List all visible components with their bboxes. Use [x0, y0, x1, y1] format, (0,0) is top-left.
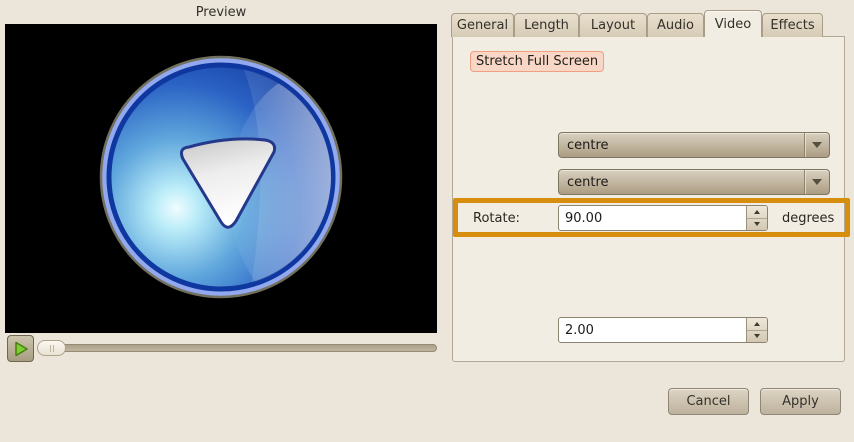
openshot-logo-rotated: [5, 24, 437, 333]
horizontal-align-value: centre: [559, 138, 804, 153]
vertical-align-dropdown[interactable]: centre: [558, 169, 830, 195]
slider-grip-icon: [50, 345, 51, 352]
horizontal-align-dropdown[interactable]: centre: [558, 132, 830, 158]
triangle-up-icon: [754, 210, 760, 214]
seek-slider-handle[interactable]: [37, 340, 66, 356]
rotate-spin-buttons[interactable]: [746, 206, 767, 230]
triangle-up-icon: [754, 322, 760, 326]
tab-general[interactable]: General: [451, 13, 514, 37]
triangle-down-icon: [754, 334, 760, 338]
rotate-input[interactable]: [559, 206, 746, 230]
video-tab-panel: [452, 36, 845, 362]
play-button[interactable]: [7, 335, 34, 362]
clip-properties-window: { "preview": { "title": "Preview" }, "pl…: [0, 0, 854, 442]
video-preview-canvas: [5, 24, 437, 333]
spin-up-button[interactable]: [747, 206, 767, 219]
tab-audio[interactable]: Audio: [647, 13, 704, 37]
rotate-spinbox[interactable]: [558, 205, 768, 231]
slider-grip-icon: [53, 345, 54, 352]
spin-down-button[interactable]: [747, 331, 767, 343]
fade-length-spin-buttons[interactable]: [746, 318, 767, 342]
fade-length-input[interactable]: [559, 318, 746, 342]
chevron-down-icon: [812, 142, 822, 148]
rotate-unit-label: degrees: [782, 211, 834, 226]
tab-length[interactable]: Length: [514, 13, 579, 37]
tab-effects[interactable]: Effects: [762, 13, 823, 37]
preview-pane-title: Preview: [5, 5, 437, 20]
spin-up-button[interactable]: [747, 318, 767, 331]
tab-layout[interactable]: Layout: [579, 13, 647, 37]
spin-down-button[interactable]: [747, 219, 767, 231]
chevron-down-icon: [812, 179, 822, 185]
stretch-full-screen-label[interactable]: Stretch Full Screen: [470, 51, 604, 72]
vertical-align-value: centre: [559, 175, 804, 190]
triangle-down-icon: [754, 222, 760, 226]
tab-video[interactable]: Video: [704, 10, 762, 37]
fade-length-spinbox[interactable]: [558, 317, 768, 343]
apply-button[interactable]: Apply: [760, 388, 841, 415]
seek-slider-track[interactable]: [42, 344, 437, 352]
cancel-button[interactable]: Cancel: [668, 388, 749, 415]
play-icon: [12, 340, 30, 358]
rotate-label: Rotate:: [473, 211, 520, 226]
